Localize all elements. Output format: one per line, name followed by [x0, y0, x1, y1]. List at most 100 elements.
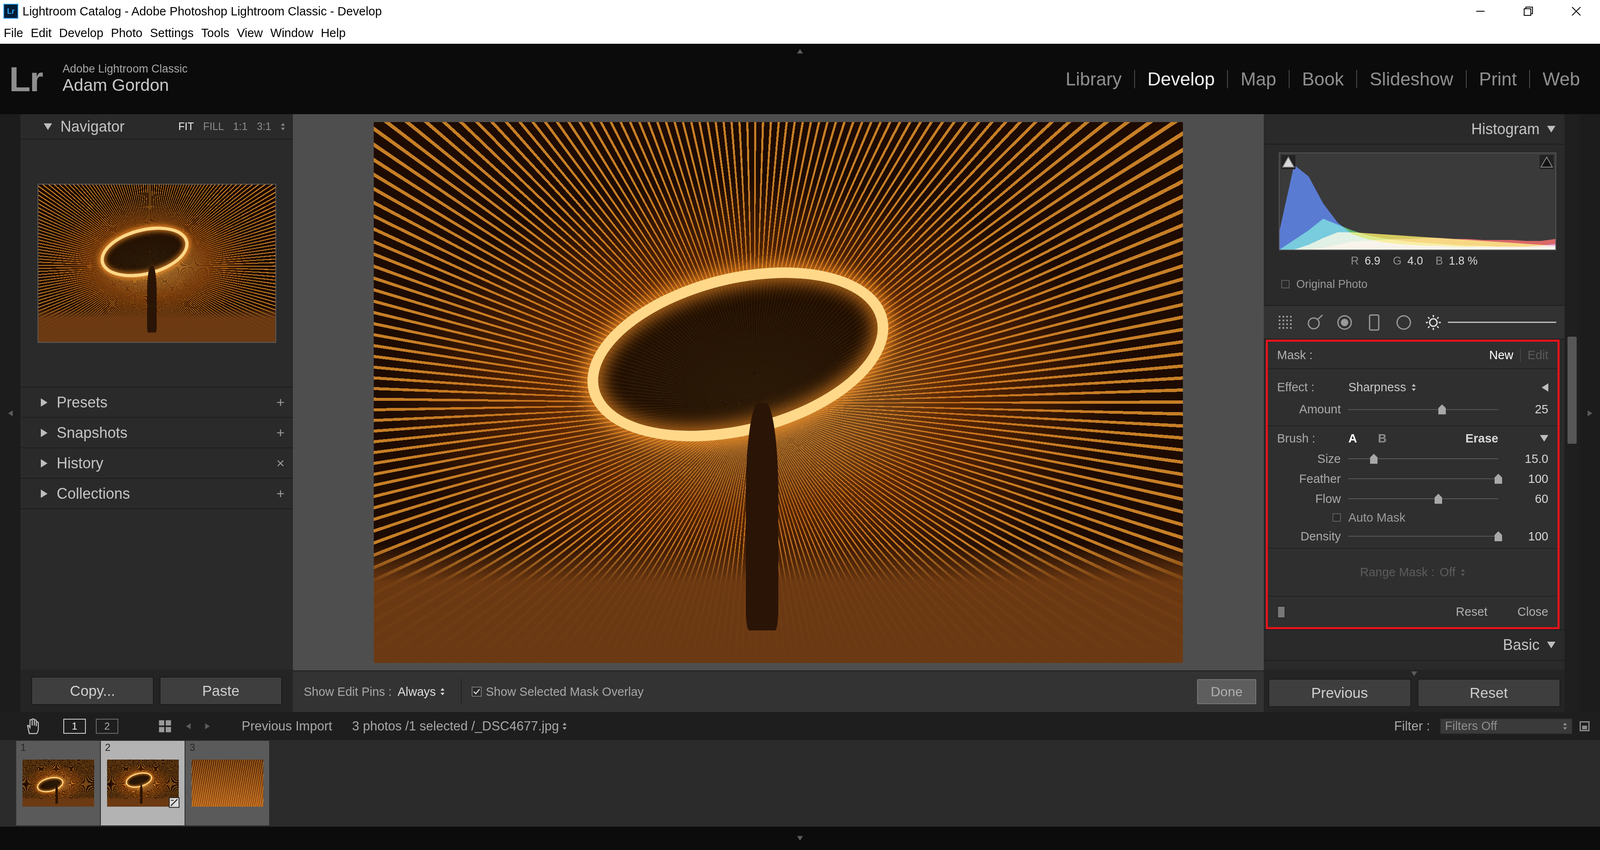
updown-icon[interactable]: [562, 722, 568, 731]
mask-action-button[interactable]: New: [1482, 348, 1520, 363]
previous-arrow-icon[interactable]: [185, 723, 191, 730]
brush-mode-button[interactable]: B: [1377, 431, 1387, 446]
minimize-button[interactable]: [1456, 0, 1505, 23]
filter-lock-icon[interactable]: [1578, 720, 1591, 733]
panel-row[interactable]: Collections+: [20, 478, 293, 510]
clipping-indicator-icon[interactable]: [1281, 155, 1296, 170]
module-tab[interactable]: Book: [1288, 70, 1357, 89]
disclosure-icon[interactable]: [1541, 383, 1549, 392]
disclosure-icon[interactable]: [1547, 125, 1556, 133]
disclosure-icon[interactable]: [43, 123, 53, 130]
collapse-icon[interactable]: [1411, 671, 1418, 676]
grid-icon[interactable]: [157, 718, 173, 734]
slider-value[interactable]: 100: [1505, 472, 1549, 486]
module-tab[interactable]: Develop: [1134, 70, 1228, 89]
scrollbar-thumb[interactable]: [1567, 336, 1577, 444]
collapse-left-icon[interactable]: [7, 410, 13, 417]
slider-thumb[interactable]: [1434, 493, 1443, 504]
slider-thumb[interactable]: [1494, 473, 1503, 484]
zoom-option[interactable]: 1:1: [232, 120, 248, 133]
redeye-tool-icon[interactable]: [1335, 313, 1354, 332]
panel-button[interactable]: Previous: [1268, 678, 1412, 708]
panel-button[interactable]: Paste: [159, 676, 283, 705]
slider-track[interactable]: [1348, 452, 1499, 465]
collapse-top-icon[interactable]: [797, 48, 803, 54]
menu-item[interactable]: Help: [317, 26, 350, 40]
filmstrip-thumbnail[interactable]: 2: [100, 740, 185, 826]
collapse-right-icon[interactable]: [1587, 410, 1593, 417]
thumbnail-image[interactable]: [191, 759, 264, 807]
checkbox-label[interactable]: Auto Mask: [1348, 510, 1499, 525]
graduated-tool-icon[interactable]: [1365, 313, 1384, 332]
menu-item[interactable]: View: [232, 26, 267, 40]
thumbnail-image[interactable]: [107, 759, 179, 807]
slider-value[interactable]: 25: [1505, 402, 1549, 417]
photo[interactable]: [373, 122, 1183, 663]
panel-button[interactable]: Copy...: [31, 676, 154, 705]
basic-header[interactable]: Basic: [1263, 629, 1565, 661]
disclosure-icon[interactable]: [40, 428, 48, 438]
panel-scrollbar[interactable]: [1564, 114, 1580, 713]
disclosure-icon[interactable]: [40, 459, 48, 468]
panel-row[interactable]: Presets+: [20, 387, 293, 418]
menu-item[interactable]: Tools: [197, 26, 234, 40]
edit-pins-dropdown[interactable]: Always: [397, 685, 445, 699]
filmstrip-thumbnail[interactable]: 1: [16, 740, 100, 826]
disclosure-icon[interactable]: [40, 489, 48, 498]
slider-value[interactable]: 60: [1505, 492, 1549, 506]
edited-badge-icon[interactable]: [168, 797, 180, 808]
checkbox[interactable]: [471, 686, 482, 697]
menu-item[interactable]: Settings: [146, 26, 198, 40]
panel-button[interactable]: Reset: [1417, 678, 1561, 708]
zoom-option[interactable]: FIT: [178, 120, 195, 133]
checkbox[interactable]: [1332, 513, 1341, 522]
mask-overlay-checkbox[interactable]: Show Selected Mask Overlay: [471, 685, 644, 699]
zoom-option[interactable]: FILL: [202, 120, 224, 133]
brush-mode-button[interactable]: Erase: [1465, 431, 1499, 446]
menu-item[interactable]: Window: [266, 26, 318, 40]
range-mask-dropdown[interactable]: Range Mask :Off: [1267, 548, 1558, 597]
slider-value[interactable]: 100: [1505, 529, 1549, 544]
disclosure-icon[interactable]: [1540, 435, 1549, 442]
effect-dropdown[interactable]: Sharpness: [1348, 380, 1499, 395]
navigator-preview[interactable]: [37, 183, 277, 343]
panel-row[interactable]: Snapshots+: [20, 417, 293, 449]
mask-footer-button[interactable]: Close: [1517, 605, 1549, 619]
close-button[interactable]: [1552, 0, 1600, 23]
panel-action-button[interactable]: +: [276, 485, 285, 502]
display-button[interactable]: 1: [63, 718, 86, 734]
panel-switch[interactable]: [1277, 605, 1286, 619]
restore-button[interactable]: [1504, 0, 1553, 23]
hand-icon[interactable]: [24, 717, 42, 735]
brush-mode-button[interactable]: A: [1348, 431, 1358, 446]
updown-icon[interactable]: [280, 122, 286, 131]
filter-dropdown[interactable]: Filters Off: [1440, 718, 1573, 735]
collapse-bottom-icon[interactable]: [797, 835, 803, 841]
module-tab[interactable]: Web: [1529, 70, 1593, 89]
slider-thumb[interactable]: [1370, 453, 1378, 464]
brush-tool-icon[interactable]: [1424, 313, 1443, 332]
menu-item[interactable]: Photo: [107, 26, 147, 40]
filmstrip-thumbnail[interactable]: 3: [185, 740, 270, 826]
next-arrow-icon[interactable]: [205, 723, 210, 730]
zoom-option[interactable]: 3:1: [256, 120, 272, 133]
thumbnail-image[interactable]: [22, 759, 95, 807]
original-photo-checkbox[interactable]: Original Photo: [1278, 271, 1557, 298]
clipping-indicator-icon[interactable]: [1539, 155, 1554, 170]
display-button[interactable]: 2: [95, 718, 119, 734]
filmstrip-source[interactable]: Previous Import: [241, 718, 333, 734]
menu-item[interactable]: File: [0, 26, 28, 40]
slider-thumb[interactable]: [1494, 531, 1503, 542]
module-tab[interactable]: Map: [1227, 70, 1289, 89]
slider-value[interactable]: 15.0: [1505, 452, 1549, 466]
panel-action-button[interactable]: +: [276, 424, 285, 441]
panel-action-button[interactable]: ×: [276, 455, 285, 472]
slider-track[interactable]: [1348, 492, 1499, 505]
menu-item[interactable]: Develop: [55, 26, 108, 40]
disclosure-icon[interactable]: [1547, 641, 1556, 649]
slider-thumb[interactable]: [1438, 404, 1446, 415]
disclosure-icon[interactable]: [40, 398, 48, 407]
module-tab[interactable]: Library: [1052, 70, 1135, 89]
done-button[interactable]: Done: [1197, 679, 1257, 705]
histogram-header[interactable]: Histogram: [1263, 114, 1565, 145]
